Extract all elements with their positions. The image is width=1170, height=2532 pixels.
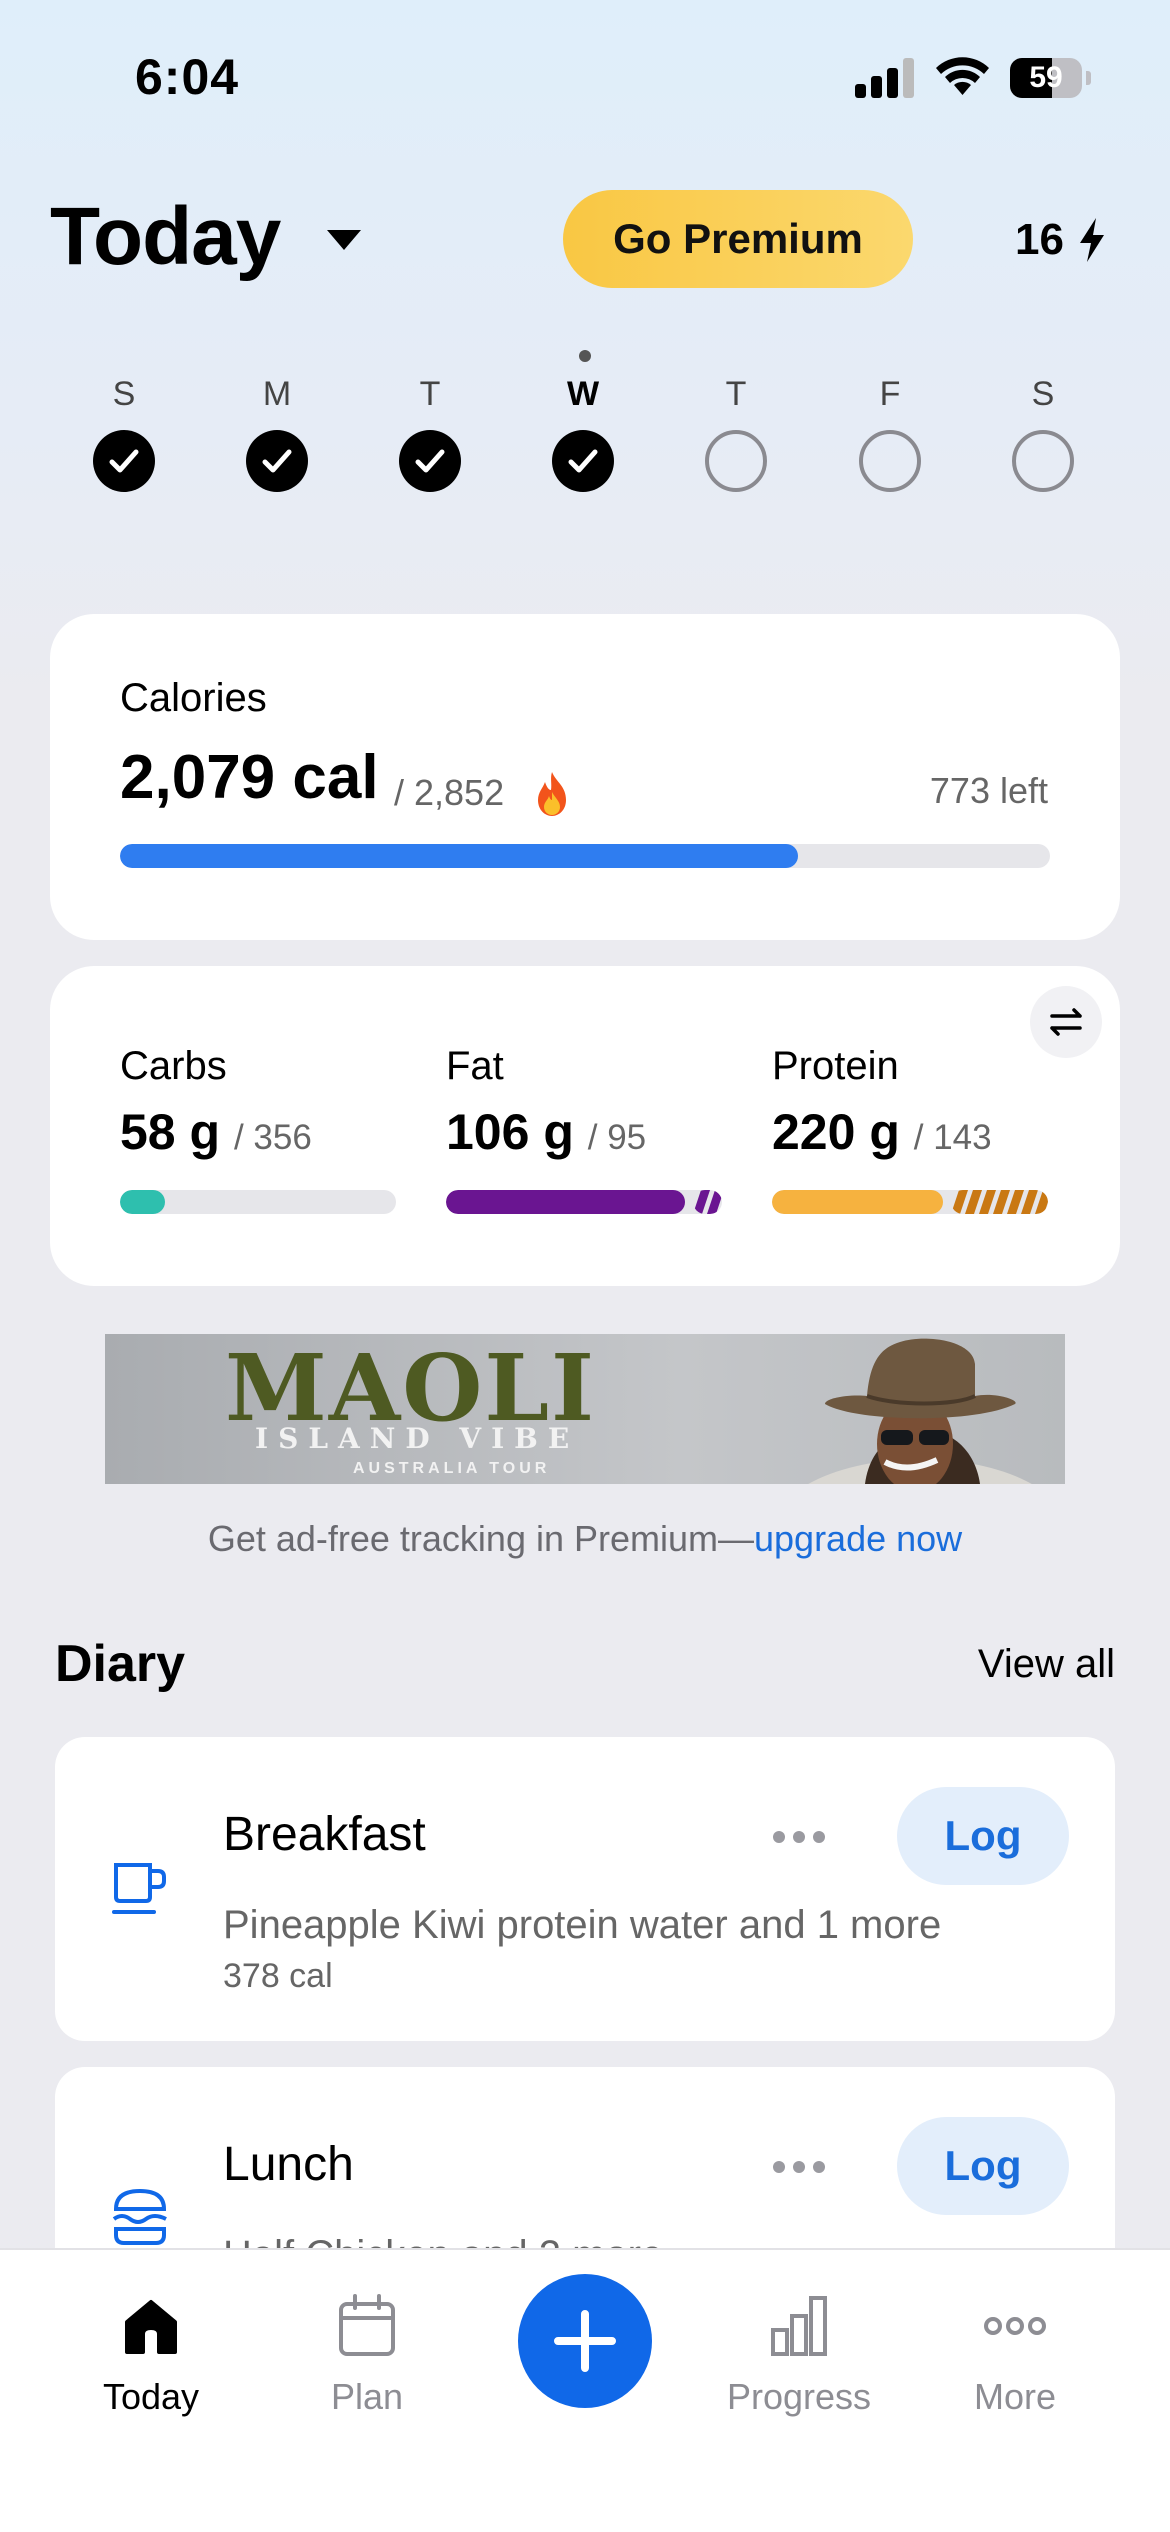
status-bar: 6:04 59 (0, 0, 1170, 150)
day-3[interactable]: W (543, 372, 623, 492)
macros-card[interactable]: Carbs 58 g / 356 Fat 106 g / 95 Protein … (50, 966, 1120, 1286)
macro-fat: Fat 106 g / 95 (446, 1044, 726, 1161)
calories-card[interactable]: Calories 2,079 cal / 2,852 773 left (50, 614, 1120, 940)
checkmark-icon (399, 430, 461, 492)
day-label: M (262, 375, 292, 413)
bar-chart-icon (771, 2296, 827, 2356)
macro-protein-goal: / 143 (913, 1118, 992, 1157)
cellular-signal-icon (855, 58, 915, 98)
macro-fat-name: Fat (446, 1044, 504, 1088)
macro-carbs-bar (120, 1190, 396, 1214)
lightning-bolt-icon (1079, 218, 1104, 262)
ad-banner[interactable]: MAOLI ISLAND VIBE AUSTRALIA TOUR (105, 1334, 1065, 1484)
macro-carbs: Carbs 58 g / 356 (120, 1044, 400, 1161)
macro-protein-bar (772, 1190, 1048, 1214)
tab-label: Today (102, 2376, 200, 2417)
status-time: 6:04 (135, 49, 240, 105)
bottom-tab-bar: Today Plan Progress More (0, 2248, 1170, 2532)
calories-remaining: 773 left (929, 770, 1048, 811)
coffee-cup-icon (112, 1863, 166, 1914)
tab-plan[interactable]: Plan (267, 2290, 467, 2418)
day-label: S (1031, 375, 1055, 413)
calories-goal: / 2,852 (394, 772, 505, 813)
day-label: S (112, 375, 136, 413)
macro-protein: Protein 220 g / 143 (772, 1044, 1052, 1161)
ad-free-caption: Get ad-free tracking in Premium—upgrade … (0, 1518, 1170, 1560)
page-title[interactable]: Today (50, 190, 281, 284)
chevron-down-icon[interactable] (325, 228, 363, 252)
empty-circle-icon (705, 430, 767, 492)
meal-card-breakfast[interactable]: Breakfast Log Pineapple Kiwi protein wat… (55, 1737, 1115, 2041)
fire-icon (538, 772, 566, 816)
tab-label: Progress (726, 2376, 872, 2417)
macro-bar-fill (120, 1190, 165, 1214)
ad-photo (808, 1338, 1032, 1484)
meal-description: Pineapple Kiwi protein water and 1 more (223, 1903, 942, 1947)
meal-calories: 378 cal (223, 1957, 333, 1995)
battery-level: 59 (1029, 61, 1063, 94)
empty-circle-icon (1012, 430, 1074, 492)
day-0[interactable]: S (84, 372, 164, 492)
day-label: F (879, 375, 901, 413)
macro-carbs-value: 58 g (120, 1104, 221, 1160)
battery-icon: 59 (1010, 58, 1091, 98)
plus-icon (554, 2310, 616, 2372)
day-5[interactable]: F (850, 372, 930, 492)
day-label: T (419, 375, 441, 413)
more-dots-icon (984, 2317, 1046, 2335)
diary-title: Diary (55, 1635, 186, 1693)
day-2[interactable]: T (390, 372, 470, 492)
wifi-icon (935, 55, 990, 97)
day-label: W (566, 375, 600, 413)
calories-consumed: 2,079 cal (120, 743, 379, 812)
calendar-icon (339, 2294, 395, 2356)
macro-bar-over-fill (693, 1190, 722, 1214)
macro-carbs-goal: / 356 (233, 1118, 312, 1157)
burger-icon (112, 2188, 167, 2245)
checkmark-icon (552, 430, 614, 492)
home-icon (125, 2300, 177, 2354)
empty-circle-icon (859, 430, 921, 492)
add-button[interactable] (518, 2274, 652, 2408)
today-indicator-dot (579, 350, 591, 362)
ad-tour-text: AUSTRALIA TOUR (353, 1460, 551, 1477)
tab-more[interactable]: More (915, 2290, 1115, 2418)
macro-bar-over-fill (951, 1190, 1048, 1214)
macro-fat-goal: / 95 (587, 1118, 647, 1157)
macro-protein-name: Protein (772, 1044, 899, 1088)
macro-bar-fill (446, 1190, 685, 1214)
calories-progress-bar (120, 844, 1050, 868)
day-label: T (725, 375, 747, 413)
calories-label: Calories (120, 676, 267, 720)
tab-label: Plan (330, 2376, 404, 2417)
log-lunch-button[interactable]: Log (897, 2117, 1069, 2215)
meal-name: Lunch (223, 2138, 354, 2191)
tab-progress[interactable]: Progress (699, 2290, 899, 2418)
macro-carbs-name: Carbs (120, 1044, 227, 1088)
tab-label: More (973, 2376, 1057, 2417)
ad-caption-text: Get ad-free tracking in Premium— (207, 1518, 754, 1559)
upgrade-now-link[interactable]: upgrade now (754, 1518, 962, 1559)
view-all-link[interactable]: View all (978, 1642, 1115, 1687)
macro-bar-fill (772, 1190, 943, 1214)
day-1[interactable]: M (237, 372, 317, 492)
more-options-icon[interactable] (771, 1817, 827, 1857)
meal-name: Breakfast (223, 1808, 426, 1861)
macro-fat-value: 106 g (446, 1104, 574, 1160)
checkmark-icon (246, 430, 308, 492)
more-options-icon[interactable] (771, 2147, 827, 2187)
macro-protein-value: 220 g (772, 1104, 900, 1160)
streak-count: 16 (1015, 215, 1064, 264)
checkmark-icon (93, 430, 155, 492)
ad-subtitle: ISLAND VIBE (255, 1422, 580, 1455)
log-breakfast-button[interactable]: Log (897, 1787, 1069, 1885)
go-premium-button[interactable]: Go Premium (563, 190, 913, 288)
day-6[interactable]: S (1003, 372, 1083, 492)
day-4[interactable]: T (696, 372, 776, 492)
streak-counter[interactable]: 16 (1015, 210, 1106, 270)
tab-today[interactable]: Today (51, 2290, 251, 2418)
macro-fat-bar (446, 1190, 722, 1214)
